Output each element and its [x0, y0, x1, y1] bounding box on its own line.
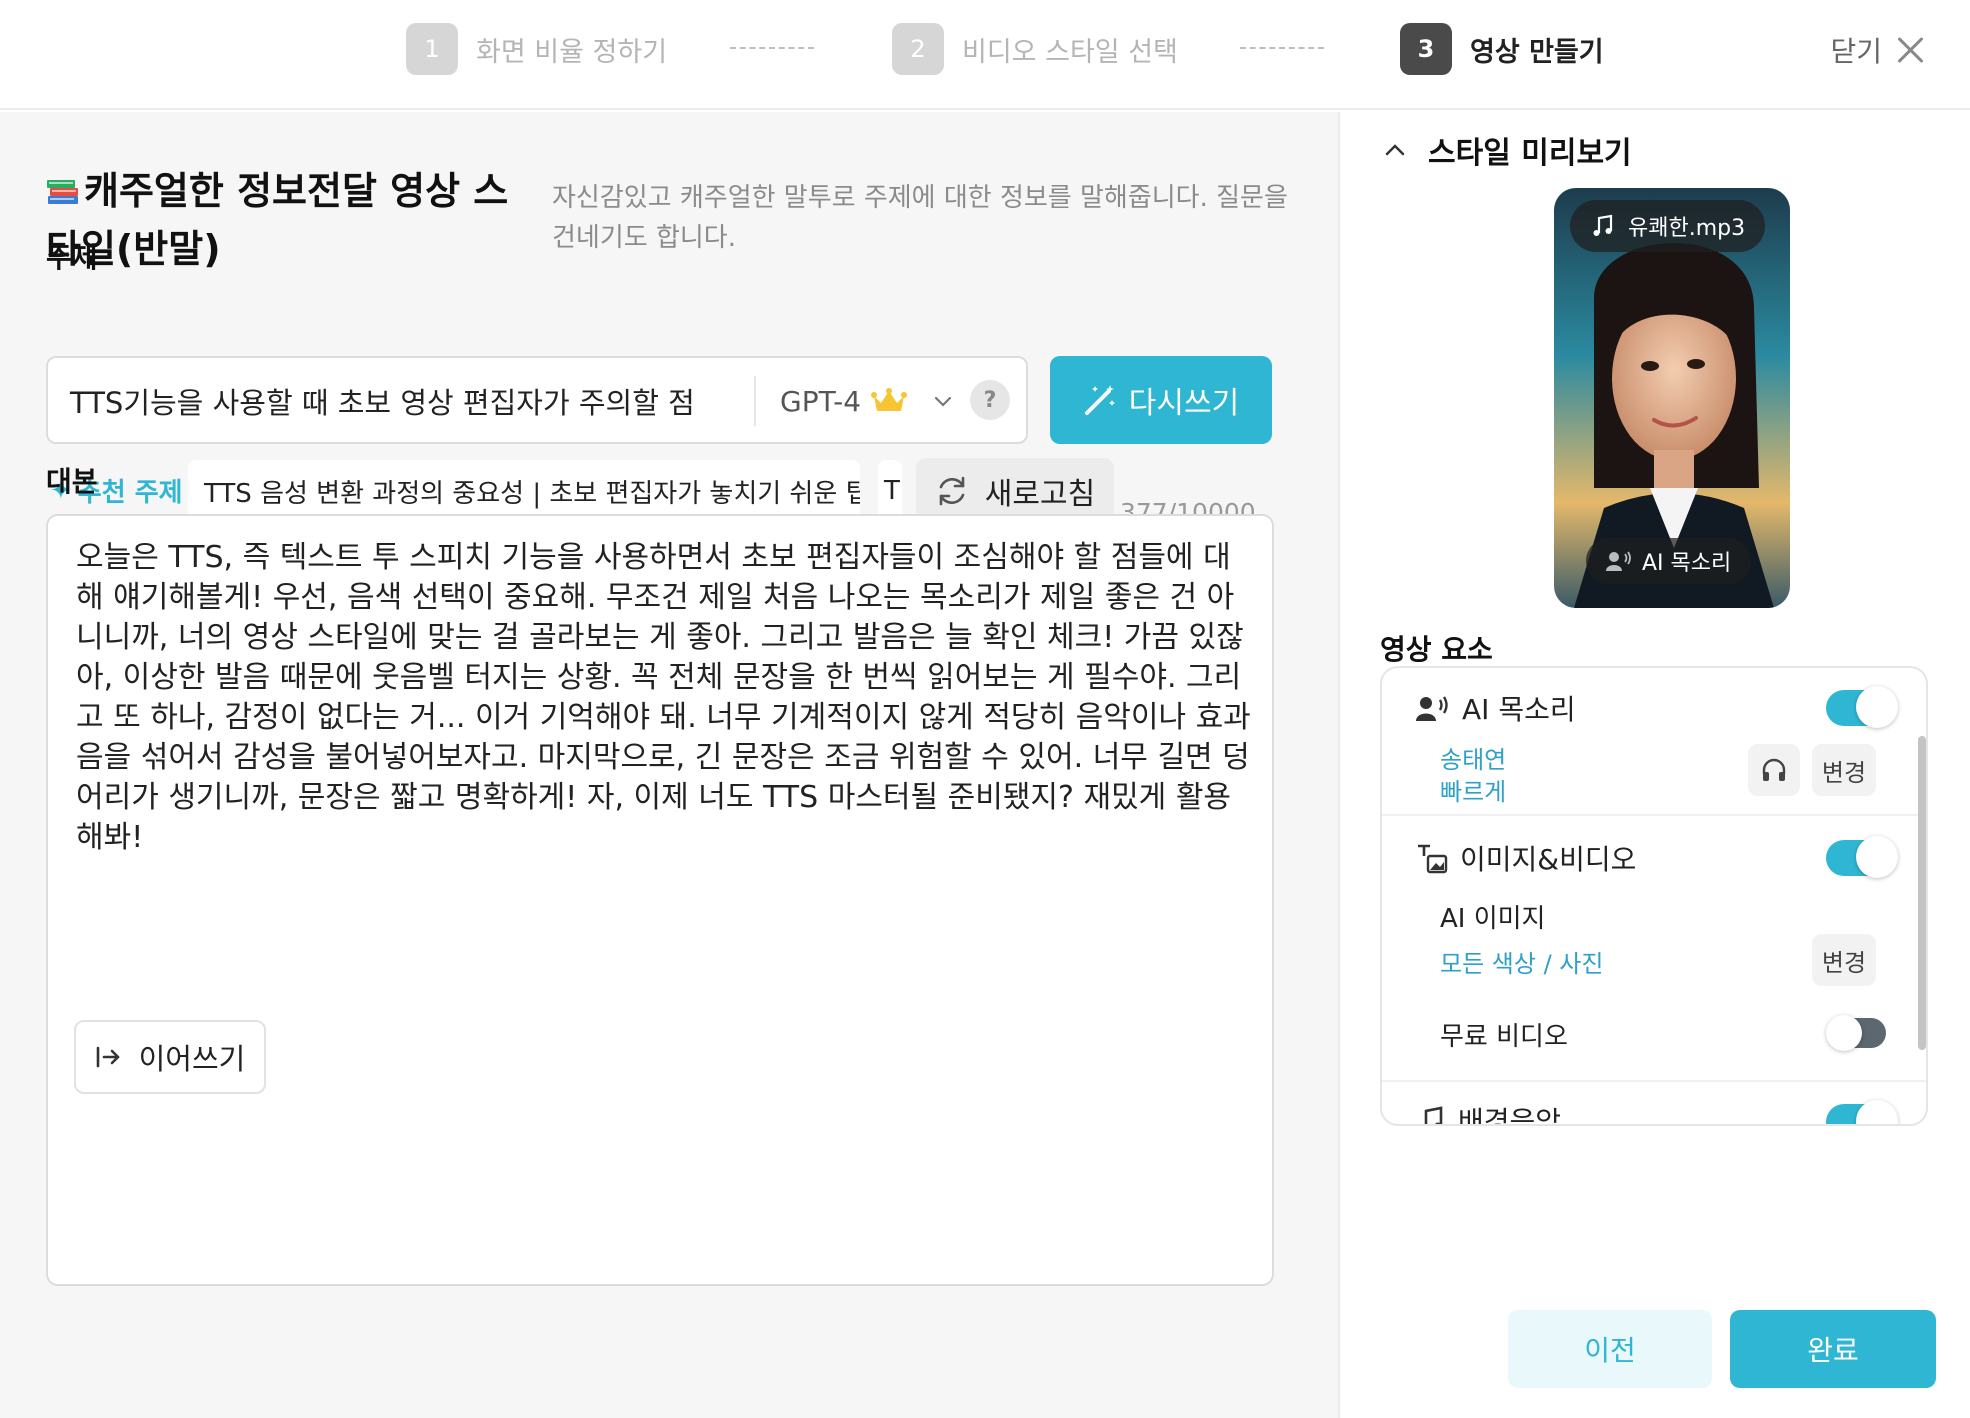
recommended-topic-chip[interactable]: TTS 음성 변환 과정의 중요성 | 초보 편집자가 놓치기 쉬운 팁: [188, 460, 860, 522]
toggle-knob: [1826, 1015, 1862, 1051]
step-divider: [1240, 47, 1324, 49]
topic-divider: [754, 376, 756, 426]
top-stepper-bar: 1 화면 비율 정하기 2 비디오 스타일 선택 3 영상 만들기 닫기: [0, 0, 1970, 110]
headphones-icon: [1762, 758, 1786, 781]
step-divider: [730, 47, 814, 49]
style-title: 캐주얼한 정보전달 영상 스타일(반말): [46, 162, 526, 278]
topic-label: 주제: [46, 241, 98, 274]
ai-voice-toggle[interactable]: [1826, 686, 1898, 728]
music-note-icon: [1593, 214, 1613, 236]
ai-voice-row-title: AI 목소리: [1416, 688, 1576, 728]
script-textarea[interactable]: 오늘은 TTS, 즉 텍스트 투 스피치 기능을 사용하면서 초보 편집자들이 …: [46, 514, 1274, 1286]
ai-image-label: AI 이미지: [1440, 904, 1546, 934]
music-pill-label: 유쾌한.mp3: [1628, 216, 1746, 241]
style-preview-video[interactable]: 유쾌한.mp3 AI 목소리: [1554, 188, 1790, 608]
chevron-down-icon: [934, 396, 952, 407]
step-3[interactable]: 3 영상 만들기: [1400, 22, 1604, 76]
topic-input-value[interactable]: TTS기능을 사용할 때 초보 영상 편집자가 주의할 점: [70, 380, 695, 422]
toggle-knob: [1856, 1100, 1898, 1124]
style-title-text: 캐주얼한 정보전달 영상 스타일(반말): [46, 169, 509, 271]
rewrite-label: 다시쓰기: [1128, 386, 1240, 421]
recommended-topic-chip[interactable]: T: [878, 460, 902, 522]
crown-icon: [871, 388, 908, 411]
script-label: 대본: [46, 465, 98, 498]
step-3-label: 영상 만들기: [1470, 36, 1604, 68]
change-voice-button[interactable]: 변경: [1812, 744, 1876, 796]
step-2-label: 비디오 스타일 선택: [962, 36, 1178, 68]
chevron-up-icon: [1385, 144, 1405, 156]
video-elements-card: AI 목소리 송태연 빠르게 변경 이미지&비디오 AI 이미지 모든 색상 /…: [1380, 666, 1928, 1126]
continue-writing-button[interactable]: 이어쓰기: [74, 1020, 266, 1094]
ai-image-style[interactable]: 모든 색상 / 사진: [1440, 944, 1603, 979]
image-text-icon: [1418, 844, 1448, 874]
voice-pill-label: AI 목소리: [1642, 551, 1732, 576]
refresh-label: 새로고침: [984, 477, 1096, 512]
model-name: GPT-4: [780, 384, 862, 418]
listen-button[interactable]: [1748, 744, 1800, 796]
close-label: 닫기: [1830, 35, 1882, 68]
magic-wand-icon: [1084, 385, 1115, 415]
voice-speed[interactable]: 빠르게: [1440, 772, 1506, 807]
done-button[interactable]: 완료: [1730, 1310, 1936, 1388]
style-description: 자신감있고 캐주얼한 말투로 주제에 대한 정보를 말해줍니다. 질문을 건네기…: [552, 183, 1288, 253]
image-video-label: 이미지&비디오: [1460, 843, 1637, 876]
image-video-row-title: 이미지&비디오: [1416, 838, 1636, 878]
continue-label: 이어쓰기: [138, 1042, 246, 1076]
model-select[interactable]: GPT-4: [780, 380, 953, 422]
continue-arrow-icon: [96, 1046, 119, 1068]
change-image-button[interactable]: 변경: [1812, 934, 1876, 986]
topic-input[interactable]: TTS기능을 사용할 때 초보 영상 편집자가 주의할 점 GPT-4 ?: [46, 356, 1028, 444]
style-preview-toggle[interactable]: 스타일 미리보기: [1384, 128, 1632, 172]
free-video-toggle[interactable]: [1826, 1015, 1886, 1051]
toggle-knob: [1856, 686, 1898, 728]
free-video-label: 무료 비디오: [1440, 1022, 1568, 1052]
step-1[interactable]: 1 화면 비율 정하기: [406, 22, 667, 76]
step-2[interactable]: 2 비디오 스타일 선택: [892, 22, 1178, 76]
ai-voice-label: AI 목소리: [1462, 693, 1576, 726]
step-2-number: 2: [892, 23, 944, 75]
bgm-label: 배경음악: [1458, 1105, 1562, 1126]
speaking-person-icon: [1416, 696, 1448, 721]
music-pill: 유쾌한.mp3: [1570, 200, 1766, 252]
elements-scrollbar[interactable]: [1918, 736, 1926, 1050]
help-icon[interactable]: ?: [970, 380, 1010, 420]
step-1-number: 1: [406, 23, 458, 75]
step-3-number: 3: [1400, 23, 1452, 75]
close-button[interactable]: 닫기: [1830, 26, 1926, 74]
books-icon: [47, 180, 78, 204]
rewrite-button[interactable]: 다시쓰기: [1050, 356, 1272, 444]
bgm-toggle[interactable]: [1826, 1100, 1898, 1124]
image-video-toggle[interactable]: [1826, 836, 1898, 878]
script-text[interactable]: 오늘은 TTS, 즉 텍스트 투 스피치 기능을 사용하면서 초보 편집자들이 …: [76, 538, 1256, 858]
toggle-knob: [1856, 836, 1898, 878]
video-elements-title: 영상 요소: [1380, 633, 1493, 666]
refresh-icon: [939, 476, 965, 506]
style-preview-title: 스타일 미리보기: [1428, 136, 1632, 171]
close-icon: [1896, 35, 1926, 65]
voice-name[interactable]: 송태연: [1440, 740, 1506, 775]
card-divider: [1382, 1080, 1926, 1082]
bgm-row-title: 배경음악: [1416, 1100, 1562, 1126]
voice-pill: AI 목소리: [1586, 538, 1752, 584]
card-divider: [1382, 814, 1926, 816]
music-note-icon: [1424, 1106, 1443, 1124]
previous-button[interactable]: 이전: [1508, 1310, 1712, 1388]
step-1-label: 화면 비율 정하기: [476, 36, 668, 68]
speaking-person-icon: [1606, 551, 1631, 571]
